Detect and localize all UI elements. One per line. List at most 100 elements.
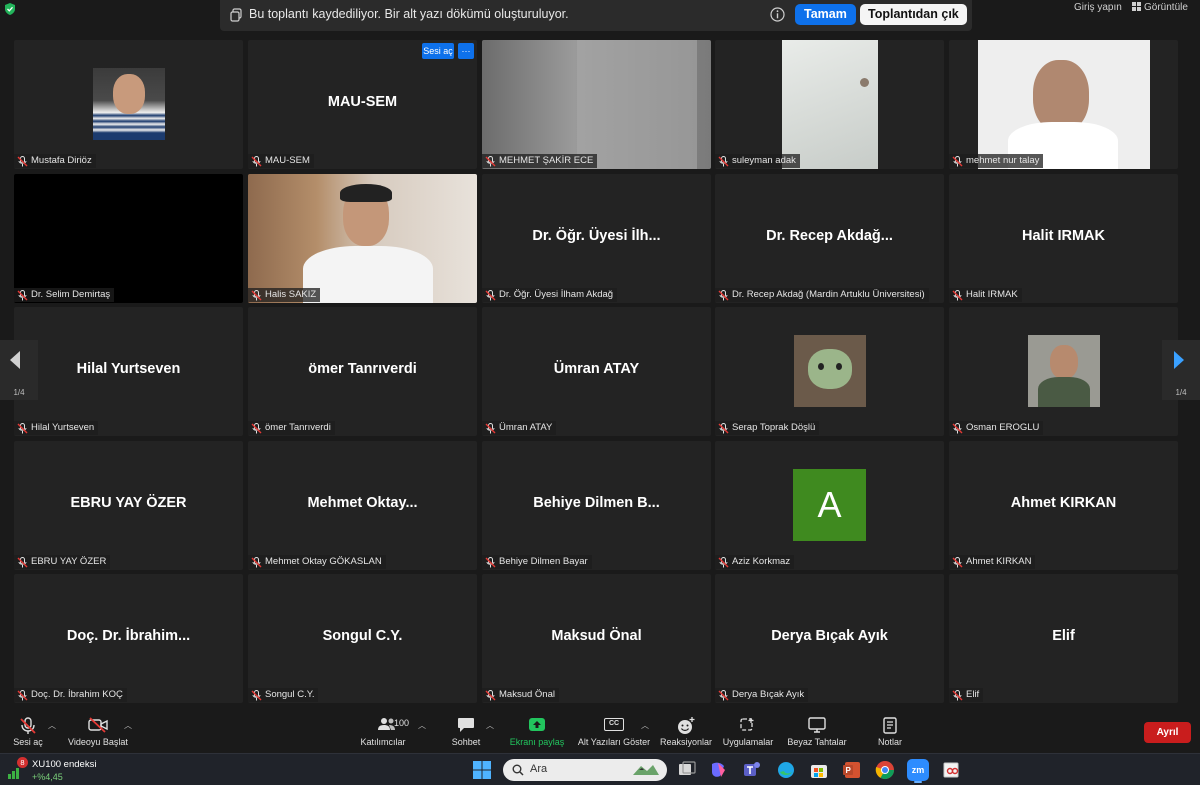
powerpoint-icon[interactable]: P bbox=[842, 760, 862, 780]
video-options-caret[interactable]: ︿ bbox=[124, 720, 132, 731]
participant-tile[interactable]: Ahmet KIRKAN Ahmet KIRKAN bbox=[949, 441, 1178, 570]
participant-tile[interactable]: Mehmet Oktay... Mehmet Oktay GÖKASLAN bbox=[248, 441, 477, 570]
participant-tile[interactable]: A Aziz Korkmaz bbox=[715, 441, 944, 570]
chat-label: Sohbet bbox=[451, 737, 481, 747]
notes-button[interactable]: Notlar bbox=[868, 704, 912, 752]
participant-tile[interactable]: Osman EROGLU bbox=[949, 307, 1178, 436]
participant-name: Ümran ATAY bbox=[499, 422, 553, 433]
whiteboards-label: Beyaz Tahtalar bbox=[787, 737, 847, 747]
participant-tile[interactable]: MEHMET ŞAKİR ECE bbox=[482, 40, 711, 169]
participants-caret[interactable]: ︿ bbox=[418, 720, 426, 731]
whiteboards-button[interactable]: Beyaz Tahtalar bbox=[783, 704, 851, 752]
participant-name: Serap Toprak Döşlü bbox=[732, 422, 816, 433]
participant-name-label: Halis SAKIZ bbox=[248, 288, 321, 302]
ok-button[interactable]: Tamam bbox=[795, 4, 856, 25]
participant-tile[interactable]: Dr. Selim Demirtaş bbox=[14, 174, 243, 303]
participant-tile[interactable]: Doç. Dr. İbrahim... Doç. Dr. İbrahim KOÇ bbox=[14, 574, 243, 703]
participant-display-name: Ümran ATAY bbox=[553, 361, 640, 377]
store-icon[interactable] bbox=[809, 760, 829, 780]
ticker-change: +%4,45 bbox=[32, 772, 63, 782]
participant-tile[interactable]: Elif Elif bbox=[949, 574, 1178, 703]
zoom-active-indicator bbox=[914, 781, 922, 783]
audio-options-caret[interactable]: ︿ bbox=[48, 720, 56, 731]
participant-name-label: suleyman adak bbox=[715, 154, 800, 168]
more-options-button[interactable]: ··· bbox=[458, 43, 474, 59]
chat-caret[interactable]: ︿ bbox=[486, 720, 494, 731]
participant-tile[interactable]: Dr. Öğr. Üyesi İlh... Dr. Öğr. Üyesi İlha… bbox=[482, 174, 711, 303]
participant-tile[interactable]: Maksud Önal Maksud Önal bbox=[482, 574, 711, 703]
participant-display-name: Dr. Recep Akdağ... bbox=[766, 228, 893, 244]
participant-tile[interactable]: mehmet nur talay bbox=[949, 40, 1178, 169]
show-captions-label: Alt Yazıları Göster bbox=[577, 737, 651, 747]
participant-name: Maksud Önal bbox=[499, 689, 555, 700]
participant-name-label: MAU-SEM bbox=[248, 154, 314, 168]
participant-display-name: Derya Bıçak Ayık bbox=[771, 628, 888, 644]
windows-start-icon[interactable] bbox=[473, 761, 491, 779]
participant-tile[interactable]: MAU-SEM Sesi aç ··· MAU-SEM bbox=[248, 40, 477, 169]
sign-in-link[interactable]: Giriş yapın bbox=[1074, 2, 1122, 13]
participant-tile[interactable]: ömer Tanrıverdi ömer Tanrıverdi bbox=[248, 307, 477, 436]
participant-tile[interactable]: suleyman adak bbox=[715, 40, 944, 169]
participant-tile[interactable]: EBRU YAY ÖZER EBRU YAY ÖZER bbox=[14, 441, 243, 570]
edge-browser-icon[interactable] bbox=[776, 760, 796, 780]
participant-tile[interactable]: Halit IRMAK Halit IRMAK bbox=[949, 174, 1178, 303]
reaction-emoji-icon bbox=[678, 717, 695, 734]
leave-meeting-button[interactable]: Toplantıdan çık bbox=[860, 4, 967, 25]
muted-mic-icon bbox=[17, 689, 28, 701]
info-icon[interactable] bbox=[770, 7, 785, 22]
participant-tile[interactable]: Serap Toprak Döşlü bbox=[715, 307, 944, 436]
chrome-icon[interactable] bbox=[875, 760, 895, 780]
participant-tile[interactable]: Behiye Dilmen B... Behiye Dilmen Bayar bbox=[482, 441, 711, 570]
participant-name: Dr. Recep Akdağ (Mardin Artuklu Üniversi… bbox=[732, 289, 925, 300]
teams-icon[interactable] bbox=[742, 760, 762, 780]
zoom-meeting-window: Bu toplantı kaydediliyor. Bir alt yazı d… bbox=[0, 0, 1200, 785]
apps-label: Uygulamalar bbox=[722, 737, 774, 747]
search-highlight-icon bbox=[633, 765, 659, 775]
view-menu[interactable]: Görüntüle bbox=[1132, 2, 1188, 13]
video-thumbnail bbox=[794, 335, 866, 407]
participant-name: suleyman adak bbox=[732, 155, 796, 166]
participant-tile[interactable]: Dr. Recep Akdağ... Dr. Recep Akdağ (Mardi… bbox=[715, 174, 944, 303]
task-view-icon[interactable] bbox=[677, 760, 697, 780]
participant-name-label: Aziz Korkmaz bbox=[715, 555, 795, 569]
apps-button[interactable]: Uygulamalar bbox=[718, 704, 778, 752]
participant-tile[interactable]: Derya Bıçak Ayık Derya Bıçak Ayık bbox=[715, 574, 944, 703]
participant-tile[interactable]: Halis SAKIZ bbox=[248, 174, 477, 303]
muted-mic-icon bbox=[251, 556, 262, 568]
muted-mic-icon bbox=[952, 289, 963, 301]
participant-name: MAU-SEM bbox=[265, 155, 310, 166]
participant-count: 100 bbox=[394, 718, 410, 728]
ticker-badge: 8 bbox=[17, 757, 28, 768]
taskbar-search[interactable]: Ara bbox=[503, 759, 667, 781]
share-screen-button[interactable]: Ekranı paylaş bbox=[506, 704, 568, 752]
muted-mic-icon bbox=[952, 422, 963, 434]
arrow-right-icon bbox=[1174, 351, 1184, 369]
snipping-tool-icon[interactable] bbox=[942, 760, 962, 780]
muted-mic-icon bbox=[485, 155, 496, 167]
participant-tile[interactable]: Hilal Yurtseven Hilal Yurtseven bbox=[14, 307, 243, 436]
previous-page-button[interactable]: 1/4 bbox=[0, 340, 38, 400]
participant-name-label: mehmet nur talay bbox=[949, 154, 1044, 168]
muted-mic-icon bbox=[952, 155, 963, 167]
participants-button[interactable]: 100 Katılımcılar bbox=[355, 704, 411, 752]
participant-display-name: Dr. Öğr. Üyesi İlh... bbox=[532, 228, 661, 244]
whiteboard-icon bbox=[808, 717, 826, 733]
participant-name-label: Ahmet KIRKAN bbox=[949, 555, 1036, 569]
participant-name-label: Halit IRMAK bbox=[949, 288, 1022, 302]
participant-display-name: Mehmet Oktay... bbox=[307, 495, 418, 511]
participant-name: Ahmet KIRKAN bbox=[966, 556, 1032, 567]
leave-button[interactable]: Ayrıl bbox=[1144, 722, 1191, 743]
copilot-icon[interactable] bbox=[708, 760, 728, 780]
participant-name-label: EBRU YAY ÖZER bbox=[14, 555, 111, 569]
chat-button[interactable]: Sohbet bbox=[440, 704, 492, 752]
zoom-app-icon[interactable]: zm bbox=[907, 759, 929, 781]
captions-caret[interactable]: ︿ bbox=[641, 720, 649, 731]
participant-tile[interactable]: Mustafa Diriöz bbox=[14, 40, 243, 169]
participant-tile[interactable]: Ümran ATAY Ümran ATAY bbox=[482, 307, 711, 436]
unmute-participant-button[interactable]: Sesi aç bbox=[422, 43, 454, 59]
participant-tile[interactable]: Songul C.Y. Songul C.Y. bbox=[248, 574, 477, 703]
participant-name: Halit IRMAK bbox=[966, 289, 1018, 300]
next-page-button[interactable]: 1/4 bbox=[1162, 340, 1200, 400]
reactions-button[interactable]: Reaksiyonlar bbox=[656, 704, 716, 752]
muted-mic-icon bbox=[485, 422, 496, 434]
